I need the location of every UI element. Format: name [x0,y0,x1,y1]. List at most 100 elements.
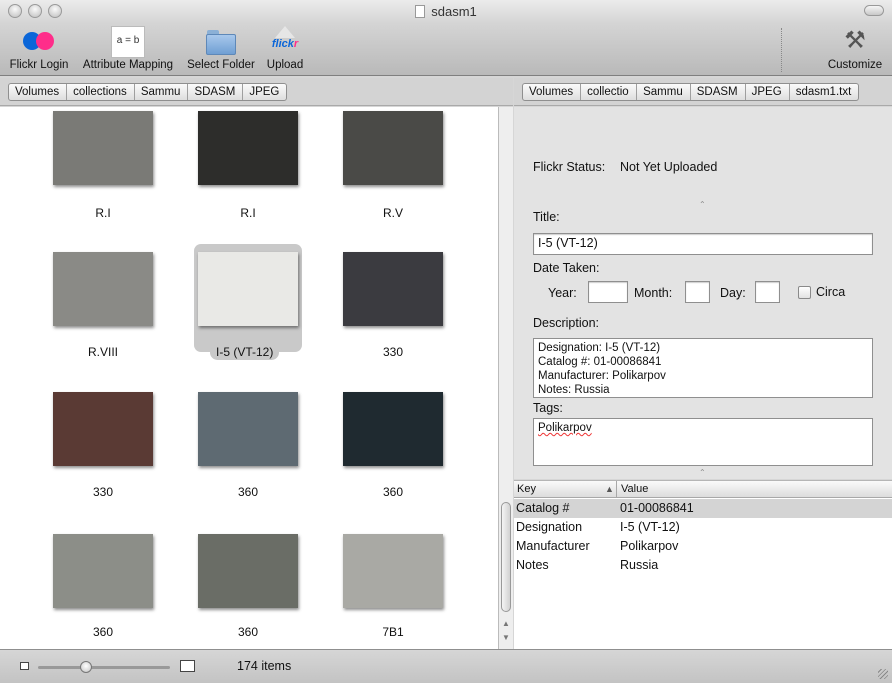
thumbnail-image[interactable] [343,392,443,466]
year-field[interactable] [588,281,628,303]
customize-button[interactable]: ⚒ Customize [824,26,886,71]
attribute-mapping-button[interactable]: a = b Attribute Mapping [77,26,179,71]
resize-grip-icon[interactable] [878,669,888,679]
breadcrumb-item[interactable]: SDASM [691,84,746,100]
flickr-status-value: Not Yet Uploaded [620,160,718,174]
table-row[interactable]: Designation I-5 (VT-12) [514,518,892,537]
upload-button[interactable]: flickr Upload [262,26,308,71]
description-line: Designation: I-5 (VT-12) [538,342,661,354]
thumbnail-caption: 360 [237,625,259,639]
upload-label: Upload [266,59,304,71]
sort-ascending-icon: ▲ [605,484,614,494]
date-taken-label: Date Taken: [533,261,600,275]
right-path-bar: Volumes collectio Sammu SDASM JPEG sdasm… [514,78,892,106]
thumbnail-image[interactable] [198,534,298,608]
left-breadcrumb: Volumes collections Sammu SDASM JPEG [8,83,288,101]
thumbnail-caption: 360 [237,485,259,499]
description-label: Description: [533,316,599,330]
splitter-handle-icon[interactable]: ⌃ [699,468,706,477]
table-row[interactable]: Manufacturer Polikarpov [514,537,892,556]
splitter-handle-icon[interactable]: ⌃ [699,200,706,209]
select-folder-button[interactable]: Select Folder [184,26,258,71]
zoom-slider[interactable] [38,666,170,669]
select-folder-label: Select Folder [187,59,255,71]
breadcrumb-item[interactable]: sdasm1.txt [790,84,859,100]
large-thumbnail-icon[interactable] [180,660,195,672]
toolbar-toggle-button[interactable] [864,5,884,16]
table-header: Key ▲ Value [514,481,892,498]
key-column-header[interactable]: Key [517,483,536,495]
thumbnail-image[interactable] [343,534,443,608]
thumbnail-image[interactable] [343,252,443,326]
circa-checkbox[interactable] [798,286,811,299]
breadcrumb-item[interactable]: Volumes [9,84,68,100]
title-bar: sdasm1 [0,0,892,24]
metadata-table: Key ▲ Value Catalog # 01-00086841 Design… [514,480,892,649]
thumbnail-caption: R.VIII [87,345,118,359]
scroll-up-arrow-icon[interactable]: ▲ [502,619,510,628]
breadcrumb-item[interactable]: SDASM [188,84,244,100]
description-line: Catalog #: 01-00086841 [538,356,662,368]
zoom-slider-knob[interactable] [80,661,92,673]
row-key: Designation [516,520,583,534]
breadcrumb-item[interactable]: collections [67,84,135,100]
thumbnail-caption: R.V [382,206,403,220]
breadcrumb-item[interactable]: Volumes [523,84,582,100]
thumbnail-image[interactable] [198,252,298,326]
title-label: Title: [533,210,560,224]
description-line: Notes: Russia [538,384,610,396]
thumbnail-image[interactable] [198,392,298,466]
row-key: Notes [516,558,549,572]
thumbnail-grid: R.I R.I R.V R.VIII I-5 (VT-12) 330 330 360 360 36… [0,107,498,649]
value-column-header[interactable]: Value [621,483,648,495]
row-key: Manufacturer [516,539,590,553]
breadcrumb-item[interactable]: collectio [581,84,638,100]
thumbnail-image[interactable] [53,534,153,608]
folder-icon [205,26,237,58]
month-field[interactable] [685,281,710,303]
column-divider[interactable] [616,481,617,498]
day-field[interactable] [755,281,780,303]
thumbnail-caption: 330 [382,345,404,359]
thumbnail-image[interactable] [53,252,153,326]
breadcrumb-item[interactable]: JPEG [243,84,286,100]
window-title-text: sdasm1 [431,4,477,19]
month-label: Month: [634,286,673,300]
breadcrumb-item[interactable]: Sammu [135,84,189,100]
scrollbar-thumb[interactable] [501,502,511,612]
breadcrumb-item[interactable]: Sammu [637,84,691,100]
tags-value: Polikarpov [538,422,592,434]
toolbar: Flickr Login a = b Attribute Mapping Sel… [0,24,892,76]
thumbnail-image[interactable] [198,111,298,185]
thumbnail-caption: 7B1 [382,625,404,639]
flickr-login-label: Flickr Login [9,59,69,71]
scroll-down-arrow-icon[interactable]: ▼ [502,633,510,642]
thumbnail-image[interactable] [343,111,443,185]
row-value: Russia [620,558,659,572]
title-field[interactable]: I-5 (VT-12) [533,233,873,255]
tags-label: Tags: [533,401,563,415]
flickr-dots-icon [22,26,56,58]
row-value: I-5 (VT-12) [620,520,680,534]
thumbnail-image[interactable] [53,111,153,185]
tags-field[interactable]: Polikarpov [533,418,873,466]
description-line: Manufacturer: Polikarpov [538,370,666,382]
flickr-upload-icon: flickr [268,26,302,58]
small-thumbnail-icon[interactable] [20,662,29,670]
toolbar-separator [781,28,782,72]
document-icon [415,5,426,18]
left-path-bar: Volumes collections Sammu SDASM JPEG [0,78,513,106]
table-row[interactable]: Catalog # 01-00086841 [514,499,892,518]
item-count: 174 items [237,659,292,673]
thumbnail-image[interactable] [53,392,153,466]
grid-scrollbar[interactable]: ▲ ▼ [498,107,513,649]
breadcrumb-item[interactable]: JPEG [746,84,790,100]
description-field[interactable]: Designation: I-5 (VT-12) Catalog #: 01-0… [533,338,873,398]
day-label: Day: [720,286,746,300]
row-value: 01-00086841 [620,501,694,515]
thumbnail-caption: 360 [92,625,114,639]
flickr-login-button[interactable]: Flickr Login [6,26,72,71]
table-row[interactable]: Notes Russia [514,556,892,575]
a-equals-b-icon: a = b [111,26,145,58]
thumbnail-caption: I-5 (VT-12) [210,345,280,360]
